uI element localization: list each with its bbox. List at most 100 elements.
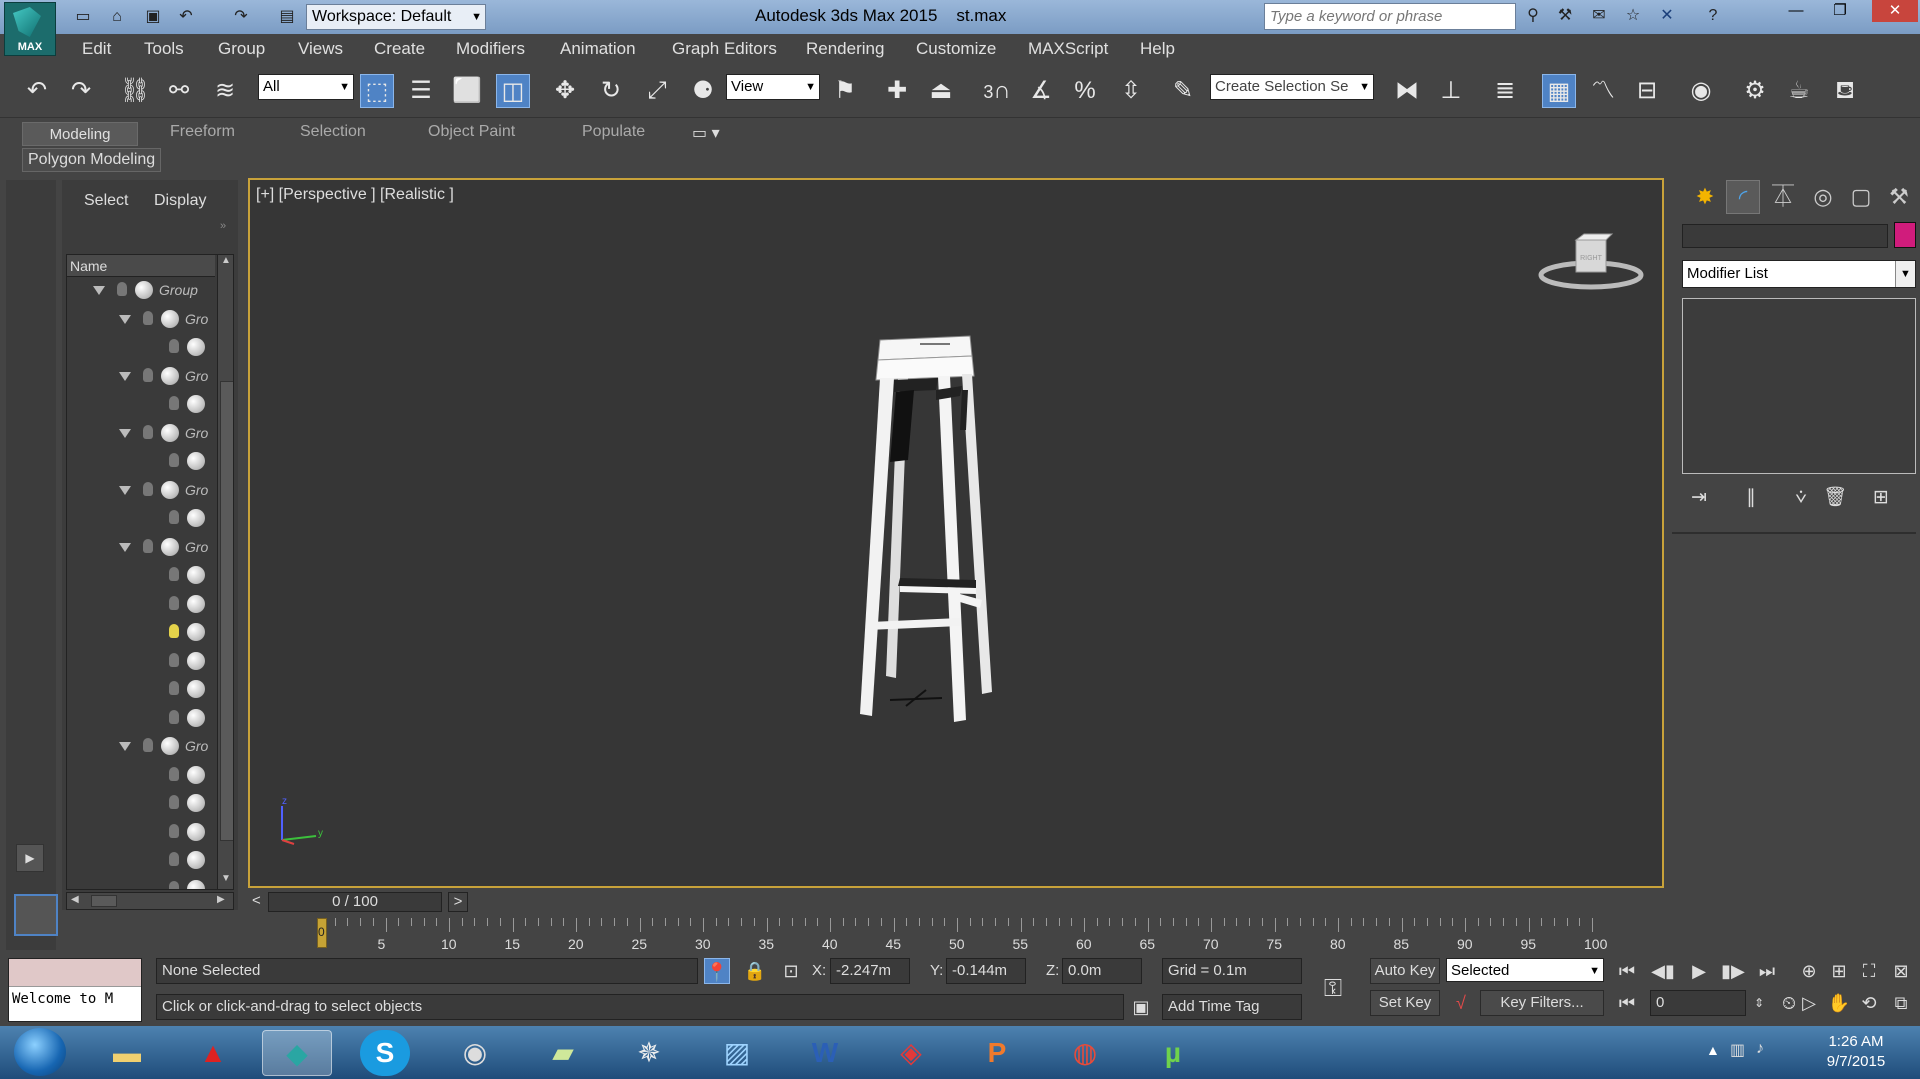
- menu-tools[interactable]: Tools: [144, 39, 184, 59]
- key-filters-button[interactable]: Key Filters...: [1480, 990, 1604, 1016]
- isolate-selection-icon[interactable]: 📍: [704, 958, 730, 984]
- expand-triangle-icon[interactable]: [119, 742, 131, 751]
- time-tag-icon[interactable]: ▣: [1128, 994, 1154, 1020]
- select-and-rotate-icon[interactable]: ↻: [594, 74, 628, 108]
- zoom-extents-icon[interactable]: ⛶: [1856, 958, 1882, 984]
- expand-triangle-icon[interactable]: [119, 428, 131, 438]
- motion-tab-icon[interactable]: ◎: [1806, 180, 1840, 214]
- menu-animation[interactable]: Animation: [560, 39, 636, 59]
- bind-space-warp-icon[interactable]: ≋: [208, 74, 242, 108]
- menu-graph-editors[interactable]: Graph Editors: [672, 39, 777, 59]
- visibility-sphere-icon[interactable]: [187, 623, 205, 641]
- taskbar-autocad[interactable]: ▲: [178, 1030, 248, 1076]
- bar-stool-model[interactable]: [850, 330, 1110, 730]
- render-production-icon[interactable]: ⛾: [1828, 74, 1862, 108]
- expand-chevron-icon[interactable]: »: [220, 220, 226, 232]
- z-coord-field[interactable]: 0.0m: [1062, 958, 1142, 984]
- viewcube[interactable]: RIGHT: [1536, 230, 1646, 290]
- perspective-viewport[interactable]: [+] [Perspective ] [Realistic ] RIGHT z …: [248, 178, 1664, 888]
- scene-explorer-toggle-icon[interactable]: ▦: [1542, 74, 1576, 108]
- modifier-list-dropdown[interactable]: Modifier List ▼: [1682, 260, 1916, 288]
- select-object-icon[interactable]: ⬚: [360, 74, 394, 108]
- ribbon-options-icon[interactable]: ▭ ▾: [692, 123, 720, 143]
- visibility-sphere-icon[interactable]: [187, 822, 205, 841]
- x-coord-field[interactable]: -2.247m: [830, 958, 910, 984]
- expand-triangle-icon[interactable]: [119, 542, 131, 552]
- visibility-sphere-icon[interactable]: [187, 566, 205, 584]
- maximize-button[interactable]: ❐: [1820, 0, 1860, 22]
- light-bulb-icon[interactable]: [169, 709, 179, 724]
- visibility-sphere-icon[interactable]: [161, 480, 179, 499]
- tree-row[interactable]: [67, 821, 215, 845]
- tree-row[interactable]: [67, 792, 215, 816]
- pin-stack-icon[interactable]: ⇥: [1684, 484, 1714, 512]
- workspace-dropdown[interactable]: Workspace: Default ▼: [306, 4, 486, 30]
- create-tab-icon[interactable]: ✸: [1688, 180, 1722, 214]
- current-frame-marker[interactable]: 0: [317, 918, 327, 948]
- visibility-sphere-icon[interactable]: [161, 423, 179, 442]
- auto-key-button[interactable]: Auto Key: [1370, 958, 1440, 984]
- object-color-swatch[interactable]: [1894, 222, 1916, 248]
- visibility-sphere-icon[interactable]: [161, 309, 179, 328]
- light-bulb-icon[interactable]: [143, 367, 153, 382]
- visibility-sphere-icon[interactable]: [187, 338, 205, 356]
- play-icon[interactable]: ▶: [1686, 958, 1712, 984]
- modify-tab-icon[interactable]: ◜: [1726, 180, 1760, 214]
- visibility-sphere-icon[interactable]: [161, 537, 179, 556]
- tree-row[interactable]: [67, 849, 215, 873]
- selection-lock-icon[interactable]: 🔒: [742, 958, 768, 984]
- light-bulb-icon[interactable]: [169, 339, 179, 353]
- menu-modifiers[interactable]: Modifiers: [456, 39, 525, 59]
- field-of-view-icon[interactable]: ▷: [1796, 990, 1822, 1016]
- exchange-icon[interactable]: ✕: [1656, 5, 1678, 27]
- select-and-move-icon[interactable]: ✥: [548, 74, 582, 108]
- undo-icon[interactable]: ↶: [175, 6, 197, 28]
- scroll-right-icon[interactable]: ▶: [217, 894, 225, 905]
- expand-triangle-icon[interactable]: [119, 371, 131, 381]
- ribbon-tab-selection[interactable]: Selection: [300, 123, 366, 141]
- menu-views[interactable]: Views: [298, 39, 343, 59]
- zoom-extents-all-icon[interactable]: ⊠: [1888, 958, 1914, 984]
- explorer-tab-select[interactable]: Select: [84, 192, 128, 210]
- reference-coordinate-dropdown[interactable]: View ▼: [726, 74, 820, 100]
- show-end-result-icon[interactable]: ∥: [1736, 484, 1766, 512]
- ribbon-tab-object-paint[interactable]: Object Paint: [428, 123, 515, 141]
- scrollbar-thumb[interactable]: [220, 381, 233, 841]
- light-bulb-icon[interactable]: [143, 481, 153, 496]
- select-and-place-icon[interactable]: ⚈: [686, 74, 720, 108]
- communication-icon[interactable]: ✉: [1588, 5, 1610, 27]
- ribbon-tab-freeform[interactable]: Freeform: [170, 123, 235, 141]
- search-input[interactable]: Type a keyword or phrase: [1264, 3, 1516, 30]
- next-frame-icon[interactable]: ▮▶: [1720, 958, 1746, 984]
- light-bulb-icon[interactable]: [169, 766, 179, 781]
- pan-view-icon[interactable]: ✋: [1826, 990, 1852, 1016]
- taskbar-photos[interactable]: ▨: [702, 1030, 772, 1076]
- previous-frame-icon[interactable]: ◀▮: [1650, 958, 1676, 984]
- keyboard-shortcut-override-icon[interactable]: ⏏: [924, 74, 958, 108]
- rendered-frame-window-icon[interactable]: ☕: [1782, 74, 1816, 108]
- taskbar-powerpoint[interactable]: P: [962, 1030, 1032, 1076]
- taskbar-explorer[interactable]: ▬: [92, 1030, 162, 1076]
- tree-row[interactable]: [67, 336, 215, 360]
- key-mode-dropdown[interactable]: Selected ▼: [1446, 958, 1604, 982]
- redo-icon[interactable]: ↷: [64, 74, 98, 108]
- edit-named-selection-icon[interactable]: ✎: [1166, 74, 1200, 108]
- undo-icon[interactable]: ↶: [20, 74, 54, 108]
- light-bulb-icon[interactable]: [169, 624, 179, 638]
- taskbar-sticky-notes[interactable]: ▰: [528, 1030, 598, 1076]
- absolute-offset-icon[interactable]: ⊡: [778, 958, 804, 984]
- start-button[interactable]: [14, 1028, 66, 1076]
- layer-manager-icon[interactable]: ≣: [1488, 74, 1522, 108]
- minimize-button[interactable]: —: [1776, 0, 1816, 22]
- light-bulb-icon[interactable]: [169, 852, 179, 866]
- ribbon-panel-polygon-modeling[interactable]: Polygon Modeling: [22, 148, 162, 172]
- unlink-icon[interactable]: ⚯: [162, 74, 196, 108]
- light-bulb-icon[interactable]: [169, 652, 179, 667]
- set-key-key-icon[interactable]: ⚿: [1320, 976, 1346, 1002]
- subscription-icon[interactable]: ⚒: [1554, 5, 1576, 27]
- tree-row[interactable]: [67, 621, 215, 645]
- zoom-all-icon[interactable]: ⊞: [1826, 958, 1852, 984]
- ribbon-tab-modeling[interactable]: Modeling: [22, 122, 138, 146]
- light-bulb-icon[interactable]: [117, 282, 127, 296]
- menu-maxscript[interactable]: MAXScript: [1028, 39, 1108, 59]
